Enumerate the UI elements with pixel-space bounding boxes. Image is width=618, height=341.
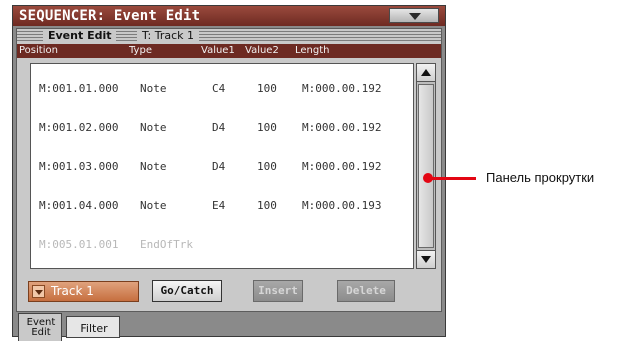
event-value2: 100 [257, 121, 277, 134]
tab-event-edit[interactable]: Event Edit [18, 313, 62, 341]
column-value2: Value2 [245, 45, 279, 56]
event-type: Note [140, 160, 167, 173]
column-position: Position [19, 45, 58, 56]
event-length: M:000.00.192 [302, 121, 382, 134]
event-type: EndOfTrk [140, 238, 193, 251]
go-catch-button[interactable]: Go/Catch [152, 280, 222, 302]
event-type: Note [140, 199, 167, 212]
page-menu-button[interactable] [389, 8, 439, 23]
track-label: T: Track 1 [137, 29, 199, 43]
event-edit-screen: SEQUENCER: Event Edit Event Edit T: Trac… [12, 5, 446, 341]
triangle-down-icon [421, 256, 431, 263]
title-bar: SEQUENCER: Event Edit [13, 6, 445, 26]
page-title: SEQUENCER: Event Edit [19, 8, 201, 24]
event-length: M:000.00.193 [302, 199, 382, 212]
triangle-down-icon [409, 13, 421, 20]
column-header: Position Type Value1 Value2 Length [17, 44, 441, 58]
scroll-down-button[interactable] [417, 250, 435, 268]
scrollbar-callout-label: Панель прокрутки [486, 170, 595, 185]
event-value1: D4 [212, 160, 226, 173]
event-list[interactable]: M:001.01.000 Note C4 100 M:000.00.192 M:… [30, 63, 414, 269]
track-selector[interactable]: Track 1 [28, 281, 139, 302]
event-value2: 100 [257, 82, 277, 95]
tab-label-line2: Edit [31, 327, 51, 338]
tab-filter[interactable]: Filter [66, 316, 120, 338]
event-position: M:001.01.000 [39, 82, 119, 95]
section-label: Event Edit [43, 29, 117, 43]
column-value1: Value1 [201, 45, 235, 56]
event-position: M:005.01.001 [39, 238, 119, 251]
event-value2: 100 [257, 199, 277, 212]
event-position: M:001.02.000 [39, 121, 119, 134]
scrollbar[interactable] [416, 63, 436, 269]
event-value1: E4 [212, 199, 226, 212]
callout-line [432, 177, 476, 180]
event-length: M:000.00.192 [302, 82, 382, 95]
event-position: M:001.03.000 [39, 160, 119, 173]
panel-header: Event Edit T: Track 1 [17, 29, 441, 43]
track-selector-label: Track 1 [51, 284, 94, 298]
scroll-thumb[interactable] [418, 84, 434, 248]
event-type: Note [140, 82, 167, 95]
scroll-up-button[interactable] [417, 64, 435, 82]
column-type: Type [129, 45, 152, 56]
event-type: Note [140, 121, 167, 134]
event-value1: C4 [212, 82, 226, 95]
triangle-up-icon [421, 69, 431, 76]
event-position: M:001.04.000 [39, 199, 119, 212]
event-length: M:000.00.192 [302, 160, 382, 173]
event-value2: 100 [257, 160, 277, 173]
column-length: Length [295, 45, 330, 56]
delete-button[interactable]: Delete [337, 280, 395, 302]
insert-button[interactable]: Insert [253, 280, 303, 302]
event-value1: D4 [212, 121, 226, 134]
chevron-down-icon [35, 290, 43, 295]
tab-label: Filter [80, 322, 108, 335]
event-edit-panel: Event Edit T: Track 1 Position Type Valu… [16, 28, 442, 312]
dropdown-arrow-icon [32, 285, 45, 298]
